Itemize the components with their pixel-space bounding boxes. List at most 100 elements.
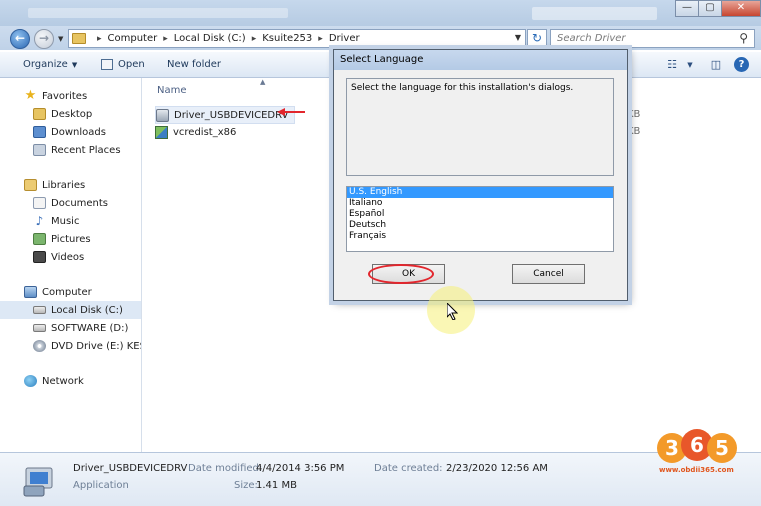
mouse-cursor-icon [447, 303, 458, 320]
sidebar-label: Libraries [42, 179, 86, 191]
sidebar-label: Favorites [42, 90, 88, 102]
downloads-icon [33, 126, 46, 138]
watermark-url: www.obdii365.com [659, 466, 734, 474]
title-bar: — ▢ ✕ [0, 0, 761, 26]
sidebar-item-dvd-drive[interactable]: DVD Drive (E:) KESS_ [33, 337, 141, 355]
file-name: Driver_USBDEVICEDRV [174, 109, 289, 121]
details-date-modified: 4/4/2014 3:56 PM [256, 463, 345, 474]
language-listbox[interactable]: U.S. English Italiano Español Deutsch Fr… [346, 186, 614, 252]
sidebar-label: SOFTWARE (D:) [51, 322, 129, 334]
chevron-down-icon: ▼ [71, 60, 78, 69]
chevron-right-icon[interactable]: ▸ [163, 34, 168, 44]
breadcrumb-ksuite[interactable]: Ksuite253 [262, 33, 312, 44]
column-header-name[interactable]: Name [157, 85, 187, 96]
maximize-icon: ▢ [705, 2, 715, 13]
help-icon[interactable]: ? [734, 57, 749, 72]
organize-button[interactable]: Organize ▼ [23, 59, 77, 70]
explorer-window: — ▢ ✕ ← → ▼ ▸ Computer ▸ Local Disk (C:)… [0, 0, 761, 506]
breadcrumb-driver[interactable]: Driver [329, 33, 360, 44]
sidebar-label: Pictures [51, 233, 91, 245]
refresh-icon: ↻ [531, 31, 543, 45]
red-arrow-annotation [277, 108, 305, 116]
file-size: KB [627, 109, 641, 120]
details-file-name: Driver_USBDEVICEDRV [73, 463, 188, 474]
details-pane: Driver_USBDEVICEDRV Application Date mod… [0, 452, 761, 506]
details-date-modified-label: Date modified: [188, 463, 263, 474]
sidebar-label: Desktop [51, 108, 93, 120]
videos-icon [33, 251, 46, 263]
new-folder-button[interactable]: New folder [167, 59, 221, 70]
chevron-right-icon: ▸ [97, 33, 102, 44]
sidebar-label: Videos [51, 251, 85, 263]
hard-disk-icon [33, 306, 46, 314]
forward-arrow-icon: → [38, 31, 50, 45]
setup-app-large-icon [23, 467, 53, 497]
details-size-label: Size: [234, 480, 258, 491]
recent-places-icon [33, 144, 46, 156]
sidebar-item-local-disk[interactable]: Local Disk (C:) [0, 301, 141, 319]
cancel-button[interactable]: Cancel [512, 264, 585, 284]
hard-disk-icon [33, 324, 46, 332]
title-blurred [28, 8, 288, 18]
language-option-espanol[interactable]: Español [347, 209, 613, 220]
svg-text:5: 5 [715, 436, 729, 460]
file-name: vcredist_x86 [173, 126, 237, 138]
maximize-button[interactable]: ▢ [698, 0, 722, 17]
search-icon[interactable]: ⚲ [739, 31, 748, 45]
address-dropdown-icon[interactable]: ▼ [515, 33, 521, 42]
svg-text:3: 3 [665, 436, 679, 460]
file-row-vcredist[interactable]: vcredist_x86 [155, 123, 236, 141]
language-option-us-english[interactable]: U.S. English [347, 187, 613, 198]
minimize-button[interactable]: — [675, 0, 699, 17]
language-option-italiano[interactable]: Italiano [347, 198, 613, 209]
back-button[interactable]: ← [10, 29, 30, 49]
file-row-driver-usbdevicedrv[interactable]: Driver_USBDEVICEDRV [155, 106, 296, 124]
close-button[interactable]: ✕ [721, 0, 761, 17]
address-bar[interactable]: ▸ Computer ▸ Local Disk (C:) ▸ Ksuite253… [68, 29, 526, 48]
view-controls: ☷ ▼ ◫ ? [654, 57, 749, 72]
details-date-created: 2/23/2020 12:56 AM [446, 463, 548, 474]
sidebar-label: Computer [42, 286, 92, 298]
title-blurred-search [532, 7, 657, 20]
view-dropdown-icon[interactable]: ▼ [682, 58, 698, 72]
close-icon: ✕ [736, 2, 746, 13]
minimize-icon: — [682, 2, 692, 13]
open-label: Open [118, 59, 145, 70]
file-size: KB [627, 126, 641, 137]
chevron-right-icon[interactable]: ▸ [252, 34, 257, 44]
column-label: Name [157, 85, 187, 96]
dialog-title-bar[interactable]: Select Language [334, 50, 627, 70]
dvd-drive-icon [33, 340, 46, 352]
sidebar-label: Downloads [51, 126, 106, 138]
view-options-icon[interactable]: ☷ [664, 58, 680, 72]
sidebar-label: Local Disk (C:) [51, 304, 123, 316]
sidebar-label: DVD Drive (E:) KESS_ [51, 340, 141, 352]
details-date-created-label: Date created: [374, 463, 443, 474]
breadcrumb-computer[interactable]: Computer [108, 33, 158, 44]
select-language-dialog: Select Language Select the language for … [333, 49, 628, 301]
open-button[interactable]: Open [101, 59, 145, 70]
dialog-title: Select Language [340, 54, 424, 65]
libraries-icon [24, 179, 37, 191]
sidebar-label: Recent Places [51, 144, 121, 156]
language-option-deutsch[interactable]: Deutsch [347, 220, 613, 231]
new-folder-label: New folder [167, 59, 222, 70]
preview-pane-icon[interactable]: ◫ [708, 58, 724, 72]
details-file-type: Application [73, 480, 129, 491]
documents-icon [33, 197, 46, 209]
search-input[interactable]: Search Driver ⚲ [550, 29, 755, 48]
recent-pages-dropdown[interactable]: ▼ [58, 35, 63, 43]
music-icon: ♪ [35, 214, 44, 228]
chevron-right-icon[interactable]: ▸ [318, 34, 323, 44]
breadcrumb-local-disk[interactable]: Local Disk (C:) [174, 33, 246, 44]
network-icon [24, 375, 37, 387]
sidebar-label: Documents [51, 197, 109, 209]
svg-text:6: 6 [690, 433, 704, 457]
forward-button[interactable]: → [34, 29, 54, 49]
sidebar-label: Music [51, 215, 80, 227]
refresh-button[interactable]: ↻ [527, 29, 547, 48]
language-option-francais[interactable]: Français [347, 231, 613, 242]
vcredist-app-icon [155, 125, 168, 139]
folder-icon [72, 33, 86, 44]
dialog-message-box: Select the language for this installatio… [346, 78, 614, 176]
